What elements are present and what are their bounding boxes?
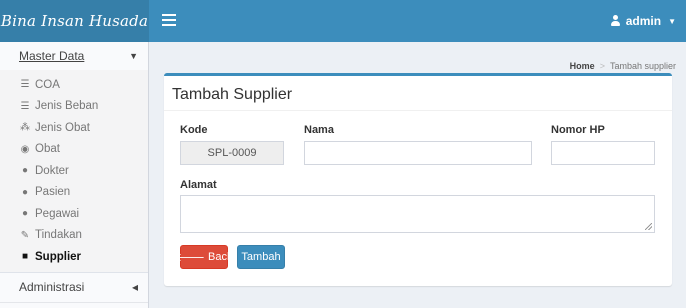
sidebar-item-label: Tindakan	[35, 229, 82, 242]
sidebar-item-pegawai[interactable]: ● Pegawai	[0, 203, 148, 225]
sidebar-item-label: Obat	[35, 143, 60, 156]
sidebar-item-label: Dokter	[35, 164, 69, 177]
sidebar-item-label: Pasien	[35, 186, 71, 199]
sidebar-item-label: Jenis Beban	[35, 100, 99, 113]
sidebar-item-label: Jenis Obat	[35, 121, 90, 134]
sidebar-item-label: Supplier	[35, 250, 82, 263]
sidebar-item-jenis-obat[interactable]: ⁂ Jenis Obat	[0, 117, 148, 139]
resize-handle-icon[interactable]	[645, 223, 652, 230]
form-box: Tambah Supplier Kode Nama Nomor HP Alama…	[164, 73, 672, 286]
kode-field	[180, 141, 284, 165]
binoculars-icon: ◉	[20, 143, 30, 155]
sidebar-group-administrasi[interactable]: Administrasi ◂	[0, 273, 148, 303]
sidebar-item-obat[interactable]: ◉ Obat	[0, 139, 148, 161]
sidebar: Master Data ▼ ☰ COA ☰ Jenis Beban ⁂ Jeni…	[0, 42, 149, 308]
tambah-button[interactable]: Tambah	[237, 245, 285, 269]
nomor-hp-label: Nomor HP	[551, 124, 605, 136]
sidebar-item-dokter[interactable]: ● Dokter	[0, 160, 148, 182]
sidebar-group-master-data[interactable]: Master Data ▼	[0, 42, 148, 70]
sidebar-group-label: Master Data	[19, 49, 85, 63]
user-doctor-icon: ●	[21, 165, 29, 177]
chevron-down-icon: ▼	[129, 51, 138, 61]
top-navbar: Bina Insan Husada admin ▼	[0, 0, 686, 42]
user-icon	[610, 15, 621, 27]
chevron-left-icon: ◂	[131, 280, 138, 294]
sidebar-group-label: Administrasi	[19, 280, 85, 294]
kode-label: Kode	[180, 124, 208, 136]
divider	[164, 110, 672, 111]
nama-label: Nama	[304, 124, 334, 136]
master-data-submenu: ☰ COA ☰ Jenis Beban ⁂ Jenis Obat ◉ Obat …	[0, 70, 148, 272]
breadcrumb-current: Tambah supplier	[609, 61, 676, 71]
cubes-icon: ⁂	[20, 122, 30, 134]
back-button[interactable]: 🡐 Back	[176, 245, 232, 269]
user-name: admin	[625, 14, 662, 28]
sidebar-item-pasien[interactable]: ● Pasien	[0, 182, 148, 204]
page-title: Tambah Supplier	[172, 86, 293, 103]
alamat-label: Alamat	[180, 179, 217, 191]
list-icon: ☰	[20, 79, 30, 91]
sidebar-item-label: Pegawai	[35, 207, 80, 220]
arrow-left-icon: 🡐	[175, 252, 206, 264]
nomor-hp-field[interactable]	[551, 141, 655, 165]
user-icon: ●	[21, 186, 29, 198]
sidebar-item-jenis-beban[interactable]: ☰ Jenis Beban	[0, 96, 148, 118]
list-icon: ☰	[20, 100, 30, 112]
breadcrumb-home-link[interactable]: Home	[570, 61, 595, 71]
back-button-label: Back	[208, 251, 233, 263]
sidebar-item-supplier[interactable]: ■ Supplier	[0, 246, 148, 268]
sidebar-item-label: COA	[35, 78, 60, 91]
sidebar-item-tindakan[interactable]: ✎ Tindakan	[0, 225, 148, 247]
nama-field[interactable]	[304, 141, 532, 165]
tambah-button-label: Tambah	[241, 251, 281, 263]
breadcrumb-separator: >	[599, 61, 605, 71]
app-logo[interactable]: Bina Insan Husada	[0, 0, 149, 42]
sidebar-item-coa[interactable]: ☰ COA	[0, 74, 148, 96]
user-menu[interactable]: admin ▼	[610, 0, 676, 42]
user-icon: ●	[21, 208, 29, 220]
pencil-icon: ✎	[20, 229, 30, 241]
alamat-textarea[interactable]	[180, 195, 655, 233]
truck-icon: ■	[21, 251, 29, 263]
breadcrumb: Home > Tambah supplier	[570, 61, 676, 71]
caret-down-icon: ▼	[668, 16, 676, 26]
sidebar-toggle-icon[interactable]	[162, 14, 176, 26]
